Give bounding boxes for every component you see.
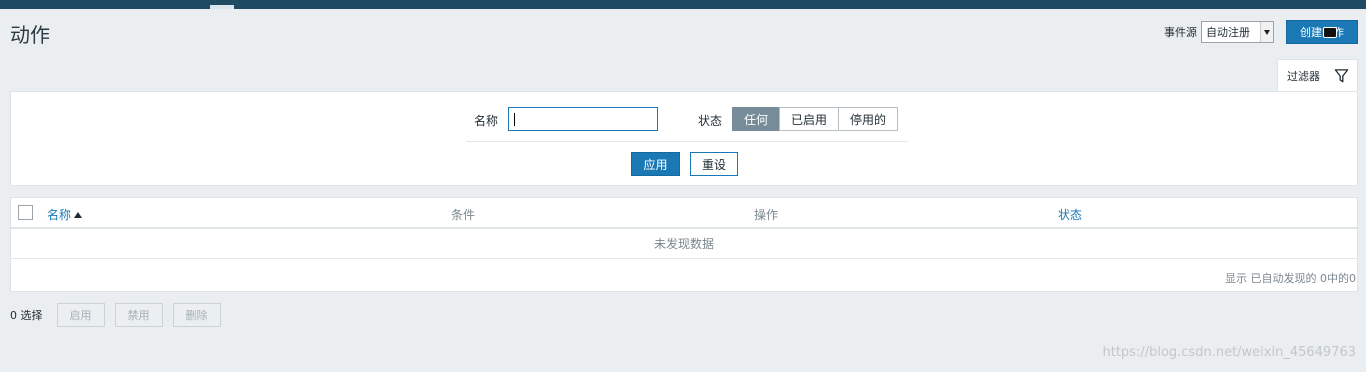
empty-table-message: 未发现数据 (11, 229, 1357, 259)
reset-button[interactable]: 重设 (690, 152, 738, 176)
delete-button[interactable]: 删除 (172, 303, 221, 327)
column-header-operations: 操作 (754, 208, 779, 222)
header-controls: 事件源 自动注册 创建动作 (1164, 20, 1358, 44)
mouse-cursor-icon (1323, 27, 1337, 38)
filter-tab-label: 过滤器 (1287, 69, 1320, 83)
filter-name-input[interactable] (508, 107, 658, 131)
filter-status-label: 状态 (698, 114, 723, 128)
event-source-value: 自动注册 (1206, 26, 1250, 39)
filter-divider (466, 141, 908, 142)
selected-count: 0 选择 (10, 309, 43, 322)
text-caret (514, 113, 515, 126)
enable-button[interactable]: 启用 (56, 303, 105, 327)
top-navigation-bar (0, 0, 1366, 9)
bulk-actions-bar: 0 选择 启用 禁用 删除 (10, 303, 231, 327)
column-header-name[interactable]: 名称 (47, 206, 83, 223)
status-option-enabled[interactable]: 已启用 (779, 107, 839, 131)
actions-table: 名称 条件 操作 状态 未发现数据 显示 已自动发现的 0中的0 (10, 197, 1358, 292)
apply-button[interactable]: 应用 (631, 152, 680, 176)
dropdown-arrow-icon[interactable] (1260, 22, 1273, 42)
filter-name-label: 名称 (474, 114, 499, 128)
filter-panel: 名称 状态 任何 已启用 停用的 应用 重设 (10, 91, 1358, 186)
column-header-conditions: 条件 (451, 208, 476, 222)
create-action-label: 创建动作 (1300, 26, 1344, 39)
disable-button[interactable]: 禁用 (114, 303, 163, 327)
status-option-any[interactable]: 任何 (732, 107, 780, 131)
event-source-select[interactable]: 自动注册 (1201, 21, 1274, 43)
table-header: 名称 条件 操作 状态 (11, 198, 1357, 229)
event-source-label: 事件源 (1164, 26, 1197, 39)
column-header-status[interactable]: 状态 (1058, 206, 1082, 223)
sort-ascending-icon (74, 212, 83, 218)
active-nav-tab-indicator[interactable] (210, 5, 234, 9)
funnel-icon (1334, 68, 1349, 82)
watermark: https://blog.csdn.net/weixin_45649763 (1102, 345, 1356, 360)
create-action-button[interactable]: 创建动作 (1286, 20, 1358, 44)
select-all-checkbox[interactable] (18, 205, 33, 220)
table-summary: 显示 已自动发现的 0中的0 (1225, 272, 1356, 285)
status-segmented-control: 任何 已启用 停用的 (732, 107, 898, 131)
page-title: 动作 (10, 23, 50, 47)
column-name-label: 名称 (47, 208, 72, 222)
filter-tab[interactable]: 过滤器 (1277, 59, 1358, 91)
status-option-disabled[interactable]: 停用的 (838, 107, 898, 131)
